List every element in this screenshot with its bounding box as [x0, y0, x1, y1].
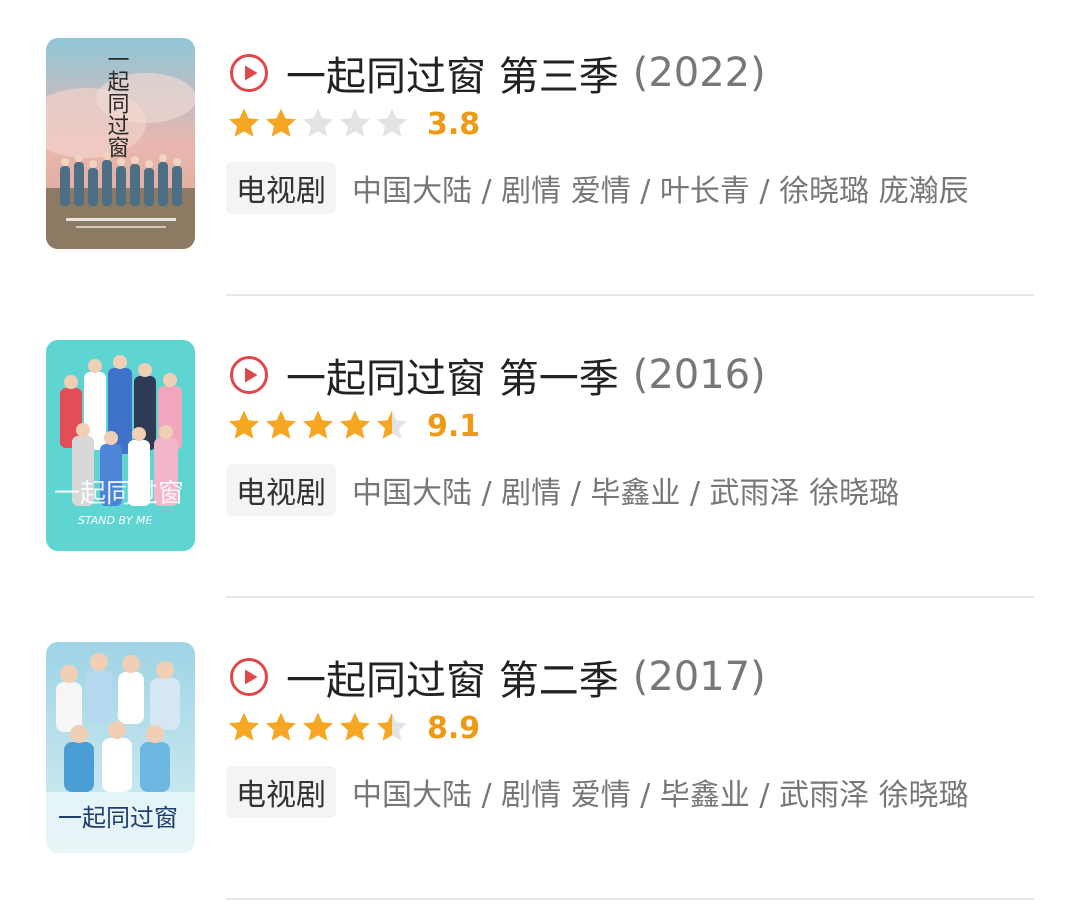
play-circle-icon[interactable]	[228, 656, 270, 698]
star-icon	[340, 108, 370, 137]
item-meta: 中国大陆 / 剧情 / 毕鑫业 / 武雨泽 徐晓璐	[352, 476, 900, 511]
item-title[interactable]: 一起同过窗 第二季	[286, 648, 619, 706]
star-icon	[377, 108, 407, 137]
list-item[interactable]: 一起同过窗 一起同过窗 第二季 (2017) 8.9 电视剧 中国大陆 / 剧情…	[0, 604, 1080, 906]
poster-subtitle-text: STAND BY ME	[78, 514, 152, 527]
poster-image[interactable]: 一起同过窗	[46, 38, 195, 249]
item-meta: 中国大陆 / 剧情 爱情 / 叶长青 / 徐晓璐 庞瀚辰	[352, 174, 969, 209]
rating-score: 8.9	[427, 710, 481, 746]
category-tag: 电视剧	[226, 766, 336, 818]
category-tag: 电视剧	[226, 464, 336, 516]
poster-title-text: 一起同过窗	[58, 804, 178, 832]
play-circle-icon[interactable]	[228, 354, 270, 396]
star-icon	[266, 410, 296, 439]
star-rating	[226, 710, 411, 746]
poster-title-text: 一起同过窗	[54, 479, 184, 509]
star-icon	[340, 712, 370, 741]
divider	[226, 596, 1034, 598]
rating: 8.9	[226, 710, 480, 746]
rating: 9.1	[226, 408, 480, 444]
item-year: (2016)	[632, 352, 766, 398]
star-rating	[226, 408, 411, 444]
star-icon	[377, 410, 407, 439]
list-item[interactable]: 一起同过窗 STAND BY ME 一起同过窗 第一季 (2016) 9.1 电…	[0, 302, 1080, 604]
divider	[226, 294, 1034, 296]
poster-image[interactable]: 一起同过窗	[46, 642, 195, 853]
star-icon	[229, 410, 259, 439]
star-icon	[229, 108, 259, 137]
list-item[interactable]: 一起同过窗 一起同过窗 第三季 (2022) 3.8 电视剧 中国大陆 / 剧情…	[0, 0, 1080, 302]
star-icon	[303, 410, 333, 439]
poster-image[interactable]: 一起同过窗 STAND BY ME	[46, 340, 195, 551]
play-circle-icon[interactable]	[228, 52, 270, 94]
item-year: (2022)	[632, 50, 766, 96]
star-icon	[266, 108, 296, 137]
poster-title-text: 一起同过窗	[104, 48, 130, 158]
rating: 3.8	[226, 106, 480, 142]
star-icon	[303, 108, 333, 137]
item-year: (2017)	[632, 654, 766, 700]
star-icon	[377, 712, 407, 741]
rating-score: 9.1	[427, 408, 481, 444]
item-title[interactable]: 一起同过窗 第一季	[286, 346, 619, 404]
category-tag: 电视剧	[226, 162, 336, 214]
star-icon	[303, 712, 333, 741]
divider	[226, 898, 1034, 900]
star-icon	[340, 410, 370, 439]
item-meta: 中国大陆 / 剧情 爱情 / 毕鑫业 / 武雨泽 徐晓璐	[352, 778, 969, 813]
star-icon	[229, 712, 259, 741]
rating-score: 3.8	[427, 106, 481, 142]
item-title[interactable]: 一起同过窗 第三季	[286, 44, 619, 102]
star-icon	[266, 712, 296, 741]
star-rating	[226, 106, 411, 142]
